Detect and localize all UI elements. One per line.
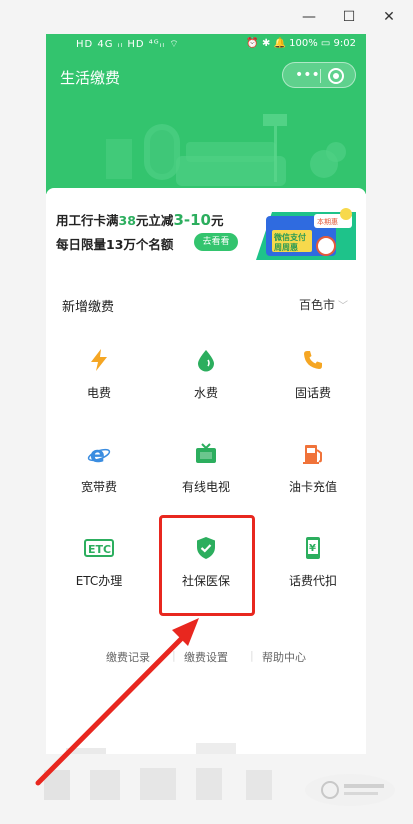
maximize-button[interactable]: ☐	[338, 6, 360, 28]
link-divider: |	[172, 649, 176, 662]
chevron-down-icon: ﹀	[338, 301, 349, 312]
service-phone-autopay[interactable]: ¥ 话费代扣	[260, 526, 366, 620]
service-etc[interactable]: ETC ETC办理	[46, 526, 152, 620]
svg-text:ETC: ETC	[88, 543, 111, 556]
blurred-content	[66, 748, 106, 754]
lightning-icon	[91, 349, 107, 371]
hero-illustration	[106, 114, 346, 186]
app-window: — ☐ ✕ HD 4G ᵢₗ HD ⁴ᴳᵢₗ ⌔ ⏰ ✱ 🔔 100% ▭ 9:…	[0, 0, 413, 824]
promo-art-text-2: 周周惠	[274, 242, 298, 252]
blurred-content	[196, 743, 236, 754]
promo-banner[interactable]: 用工行卡满38元立减3-10元 每日限量13万个名额 去看看 微信支付 周周惠 …	[56, 204, 356, 264]
tv-icon	[196, 443, 216, 463]
window-titlebar: — ☐ ✕	[0, 0, 413, 34]
gas-pump-icon	[303, 445, 322, 464]
promo-cta-button[interactable]: 去看看	[194, 233, 238, 251]
service-water[interactable]: 水费	[153, 338, 259, 432]
payment-records-link[interactable]: 缴费记录	[106, 649, 150, 665]
service-fuel-card[interactable]: 油卡充值	[260, 432, 366, 526]
minimize-button[interactable]: —	[298, 6, 320, 28]
city-selector[interactable]: 百色市 ﹀	[299, 296, 348, 313]
ie-browser-icon: e	[87, 443, 111, 466]
blurred-content	[246, 770, 272, 800]
help-center-link[interactable]: 帮助中心	[262, 649, 306, 665]
close-button[interactable]: ✕	[378, 6, 400, 28]
promo-art-text-1: 微信支付	[273, 232, 306, 242]
service-electricity[interactable]: 电费	[46, 338, 152, 432]
water-drop-icon	[198, 350, 214, 372]
phone-icon	[304, 351, 322, 369]
mobile-yuan-icon: ¥	[306, 537, 320, 559]
promo-illustration: 微信支付 周周惠 本期惠	[256, 208, 356, 260]
close-target-icon[interactable]	[328, 68, 344, 84]
page-title: 生活缴费	[60, 69, 121, 87]
blurred-content	[90, 770, 120, 800]
annotation-highlight-box	[159, 515, 255, 616]
status-bar: HD 4G ᵢₗ HD ⁴ᴳᵢₗ ⌔ ⏰ ✱ 🔔 100% ▭ 9:02	[46, 34, 366, 56]
link-divider: |	[250, 649, 254, 662]
phone-screen: HD 4G ᵢₗ HD ⁴ᴳᵢₗ ⌔ ⏰ ✱ 🔔 100% ▭ 9:02 生活缴…	[46, 34, 366, 754]
status-right: ⏰ ✱ 🔔 100% ▭ 9:02	[246, 38, 356, 49]
promo-art-badge: 本期惠	[317, 217, 338, 226]
etc-icon: ETC	[84, 539, 114, 557]
more-options-icon[interactable]: •••	[295, 63, 320, 89]
watermark-logo	[305, 774, 395, 806]
section-title: 新增缴费	[62, 300, 115, 315]
status-left: HD 4G ᵢₗ HD ⁴ᴳᵢₗ ⌔	[76, 39, 180, 50]
hero-header: HD 4G ᵢₗ HD ⁴ᴳᵢₗ ⌔ ⏰ ✱ 🔔 100% ▭ 9:02 生活缴…	[46, 34, 366, 194]
service-broadband[interactable]: e 宽带费	[46, 432, 152, 526]
blurred-content	[196, 768, 222, 800]
payment-settings-link[interactable]: 缴费设置	[184, 649, 228, 665]
mini-program-capsule: •••	[282, 62, 356, 88]
capsule-divider	[320, 69, 321, 83]
svg-text:¥: ¥	[309, 543, 316, 554]
promo-line-2: 每日限量13万个名额	[56, 237, 174, 252]
city-label: 百色市	[299, 298, 336, 312]
content-card: 用工行卡满38元立减3-10元 每日限量13万个名额 去看看 微信支付 周周惠 …	[46, 188, 366, 754]
promo-line-1: 用工行卡满38元立减3-10元	[56, 211, 224, 229]
service-landline[interactable]: 固话费	[260, 338, 366, 432]
blurred-content	[140, 768, 176, 800]
blurred-content	[44, 770, 70, 800]
service-cable-tv[interactable]: 有线电视	[153, 432, 259, 526]
